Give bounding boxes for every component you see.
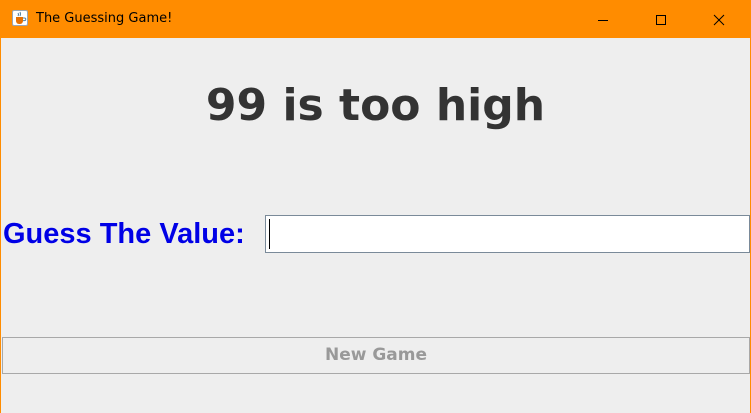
close-button[interactable] [696,1,742,38]
text-caret [269,219,270,249]
feedback-message: 99 is too high [205,80,546,131]
close-icon [713,14,725,26]
maximize-button[interactable] [638,1,684,38]
java-cup-icon [12,10,28,26]
window-title: The Guessing Game! [36,11,173,26]
app-window: The Guessing Game! 99 is too high Guess … [0,0,751,413]
new-game-button[interactable]: New Game [2,337,750,374]
guess-label: Guess The Value: [3,218,245,250]
minimize-button[interactable] [580,1,626,38]
minimize-icon [598,20,608,21]
guess-input[interactable] [265,215,750,253]
title-bar[interactable]: The Guessing Game! [1,1,750,38]
maximize-icon [656,15,666,25]
game-panel: 99 is too high Guess The Value: New Game [1,38,750,413]
